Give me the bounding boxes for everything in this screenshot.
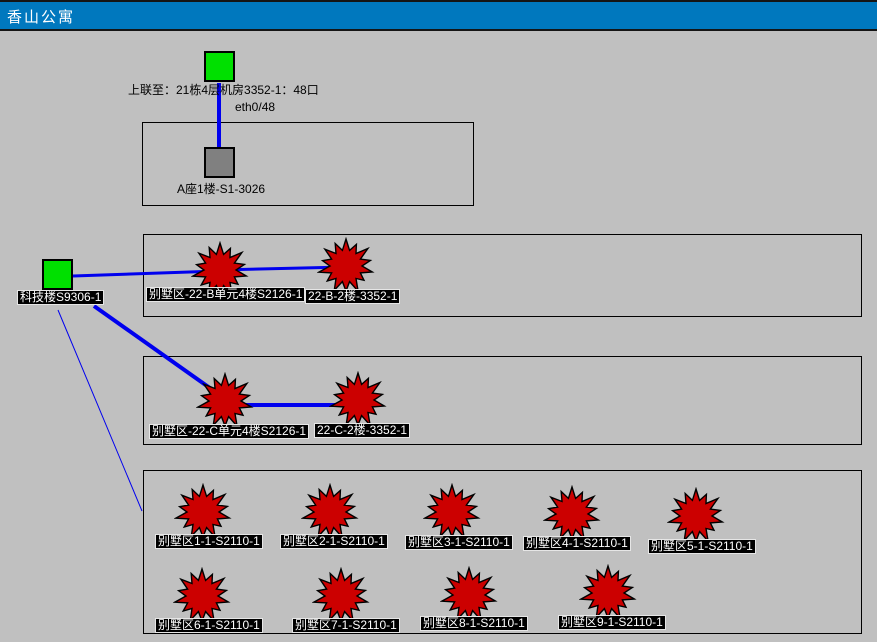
node-d7-label[interactable]: 别墅区7-1-S2110-1: [292, 618, 400, 633]
alarm-burst-icon: [196, 372, 254, 430]
node-b2-label[interactable]: 22-B-2楼-3352-1: [305, 289, 400, 304]
node-d3[interactable]: [423, 483, 481, 541]
node-d2[interactable]: [301, 483, 359, 541]
group-box-b: [143, 234, 862, 317]
node-tech-switch[interactable]: [42, 259, 73, 290]
alarm-burst-icon: [173, 567, 231, 625]
node-c2-label[interactable]: 22-C-2楼-3352-1: [314, 423, 410, 438]
node-d9[interactable]: [579, 564, 637, 622]
node-d2-label[interactable]: 别墅区2-1-S2110-1: [280, 534, 388, 549]
alarm-burst-icon: [312, 567, 370, 625]
node-d5[interactable]: [667, 487, 725, 545]
node-c1-label[interactable]: 别墅区-22-C单元4楼S2126-1: [149, 424, 309, 439]
switch-square-icon: [204, 51, 235, 82]
node-d3-label[interactable]: 别墅区3-1-S2110-1: [405, 535, 513, 550]
node-d8-label[interactable]: 别墅区8-1-S2110-1: [420, 616, 528, 631]
switch-square-icon: [204, 147, 235, 178]
node-d6[interactable]: [173, 567, 231, 625]
a-switch-caption: A座1楼-S1-3026: [177, 183, 265, 196]
node-uplink-switch[interactable]: [204, 51, 235, 82]
topology-canvas: 科技楼S9306-1 别墅区-22-B单元4楼S2126-122-B-2楼-335…: [0, 0, 877, 642]
node-d4-label[interactable]: 别墅区4-1-S2110-1: [523, 536, 631, 551]
alarm-burst-icon: [423, 483, 481, 541]
node-d6-label[interactable]: 别墅区6-1-S2110-1: [155, 618, 263, 633]
alarm-burst-icon: [317, 237, 375, 295]
node-b2[interactable]: [317, 237, 375, 295]
alarm-burst-icon: [174, 483, 232, 541]
port-caption: eth0/48: [235, 101, 275, 114]
node-d7[interactable]: [312, 567, 370, 625]
node-d5-label[interactable]: 别墅区5-1-S2110-1: [648, 539, 756, 554]
uplink-caption: 上联至：21栋4层机房3352-1：48口: [128, 84, 319, 97]
alarm-burst-icon: [543, 485, 601, 543]
node-b1-label[interactable]: 别墅区-22-B单元4楼S2126-1: [146, 287, 305, 302]
link-tech-d: [58, 310, 142, 511]
node-c1[interactable]: [196, 372, 254, 430]
node-d4[interactable]: [543, 485, 601, 543]
node-d9-label[interactable]: 别墅区9-1-S2110-1: [558, 615, 666, 630]
alarm-burst-icon: [301, 483, 359, 541]
alarm-burst-icon: [667, 487, 725, 545]
node-c2[interactable]: [329, 371, 387, 429]
node-d1[interactable]: [174, 483, 232, 541]
alarm-burst-icon: [579, 564, 637, 622]
node-d1-label[interactable]: 别墅区1-1-S2110-1: [155, 534, 263, 549]
node-a-switch[interactable]: [204, 147, 235, 178]
alarm-burst-icon: [329, 371, 387, 429]
node-tech-switch-label[interactable]: 科技楼S9306-1: [17, 290, 104, 305]
switch-square-icon: [42, 259, 73, 290]
